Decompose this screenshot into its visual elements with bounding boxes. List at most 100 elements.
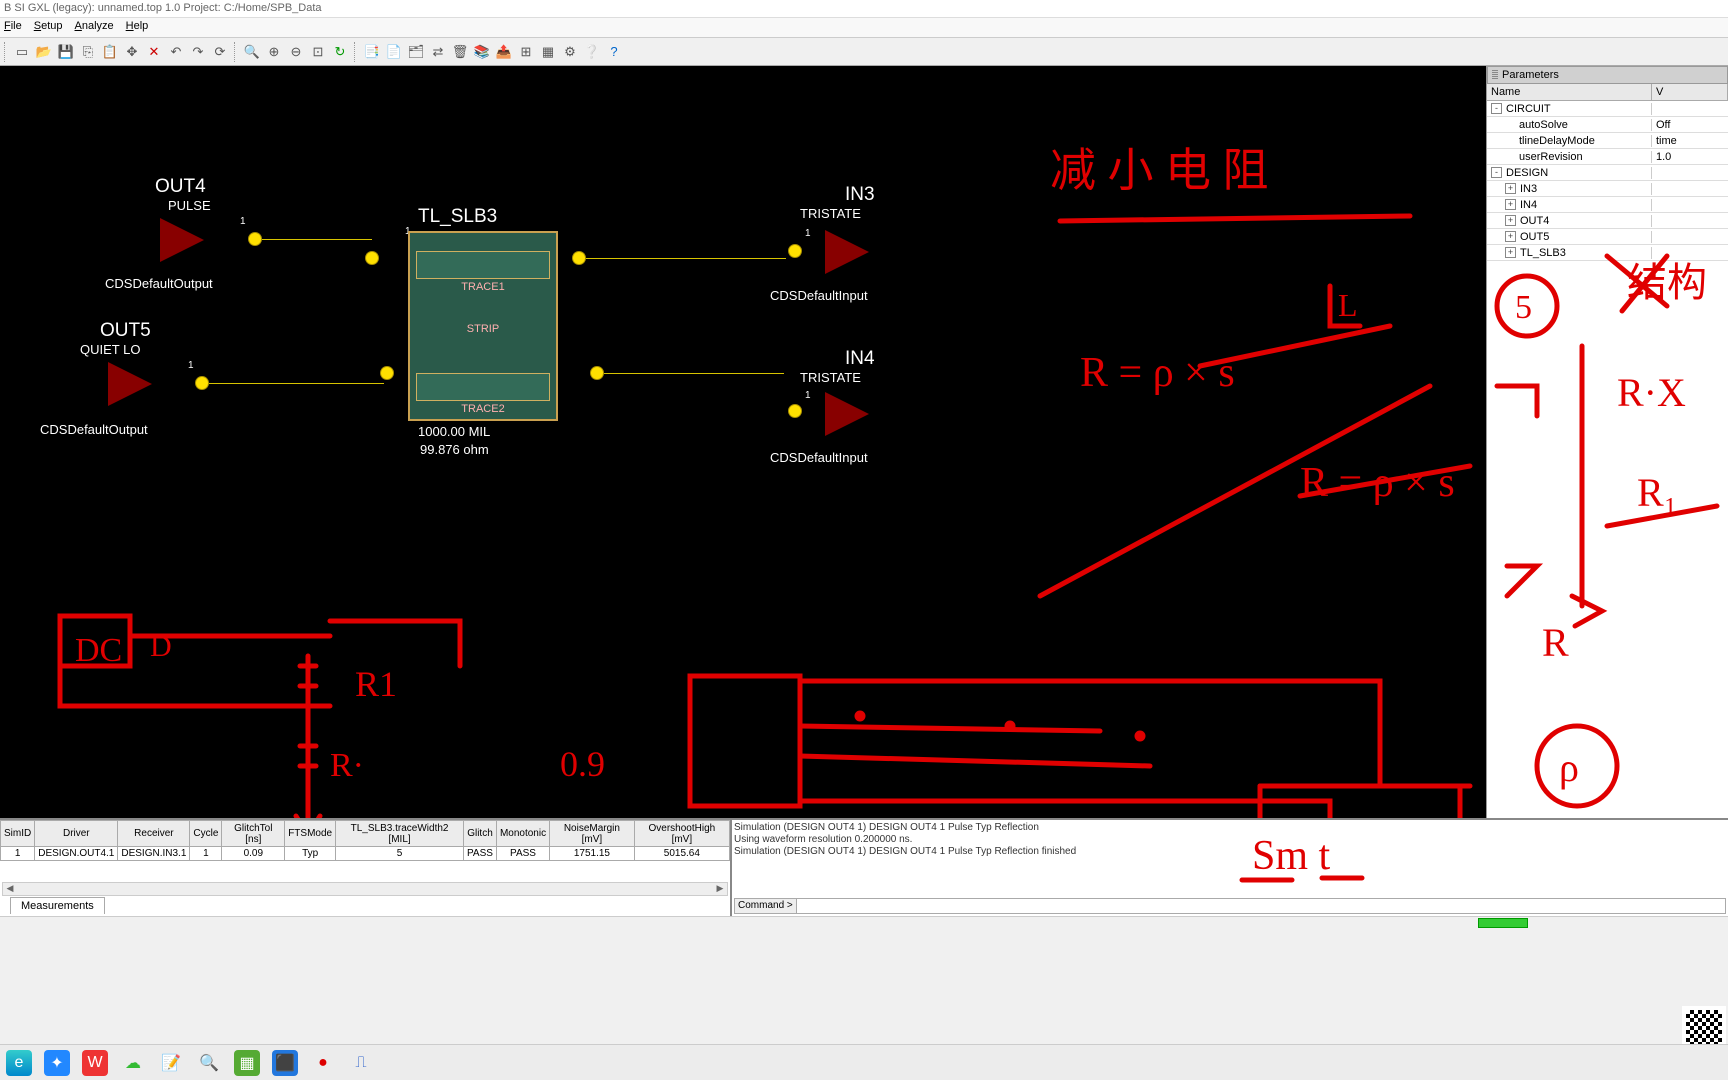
menu-file[interactable]: FFileile — [4, 20, 22, 35]
tool2-icon[interactable]: 📄 — [384, 42, 404, 62]
svg-text:R1: R1 — [355, 664, 397, 704]
copy-icon[interactable]: ⎘ — [78, 42, 98, 62]
delete-icon[interactable]: ✕ — [144, 42, 164, 62]
menu-setup[interactable]: Setup — [34, 20, 63, 35]
table-header[interactable]: Driver — [35, 821, 118, 847]
param-row[interactable]: userRevision1.0 — [1487, 149, 1728, 165]
menubar: FFileile Setup Analyze Help — [0, 18, 1728, 38]
paste-icon[interactable]: 📋 — [100, 42, 120, 62]
app-icon[interactable]: ✦ — [44, 1050, 70, 1076]
tool4-icon[interactable]: ⇄ — [428, 42, 448, 62]
measurements-tab[interactable]: Measurements — [10, 897, 105, 914]
search-icon[interactable]: 🔍 — [196, 1050, 222, 1076]
tree-expander-icon[interactable]: + — [1505, 231, 1516, 242]
tool10-icon[interactable]: ⚙ — [560, 42, 580, 62]
tool1-icon[interactable]: 📑 — [362, 42, 382, 62]
table-cell[interactable]: 1 — [190, 847, 222, 861]
edge-icon[interactable]: e — [6, 1050, 32, 1076]
notes-icon[interactable]: 📝 — [158, 1050, 184, 1076]
record-icon[interactable]: ● — [310, 1050, 336, 1076]
table-hscroll[interactable]: ◀▶ — [2, 882, 728, 896]
schematic-canvas[interactable]: OUT4 PULSE CDSDefaultOutput 1 OUT5 QUIET… — [0, 66, 1486, 818]
table-header[interactable]: Monotonic — [496, 821, 549, 847]
tree-expander-icon[interactable]: + — [1505, 199, 1516, 210]
param-row[interactable]: +OUT4 — [1487, 213, 1728, 229]
tool3-icon[interactable]: 🗂 — [406, 42, 426, 62]
svg-text:0.9: 0.9 — [560, 744, 605, 784]
svg-text:R = ρ × s: R = ρ × s — [1080, 350, 1235, 396]
param-row[interactable]: +IN4 — [1487, 197, 1728, 213]
command-input[interactable] — [797, 899, 1725, 913]
table-header[interactable]: Glitch — [464, 821, 497, 847]
param-row[interactable]: +TL_SLB3 — [1487, 245, 1728, 261]
table-cell[interactable]: 1 — [1, 847, 35, 861]
in3-name: IN3 — [845, 184, 875, 206]
table-cell[interactable]: 1751.15 — [550, 847, 635, 861]
taskbar: e ✦ W ☁ 📝 🔍 ▦ ⬛ ● ⎍ — [0, 1044, 1728, 1080]
tree-expander-icon[interactable]: - — [1491, 167, 1502, 178]
param-col-value[interactable]: V — [1652, 84, 1728, 100]
param-row[interactable]: -DESIGN — [1487, 165, 1728, 181]
tool7-icon[interactable]: 📤 — [494, 42, 514, 62]
param-row[interactable]: +IN3 — [1487, 181, 1728, 197]
zoom-fit-icon[interactable]: ⊡ — [308, 42, 328, 62]
table-header[interactable]: OvershootHigh [mV] — [634, 821, 729, 847]
menu-help[interactable]: Help — [126, 20, 149, 35]
table-cell[interactable]: 5 — [336, 847, 464, 861]
save-icon[interactable]: 💾 — [56, 42, 76, 62]
tree-expander-icon[interactable]: + — [1505, 215, 1516, 226]
table-cell[interactable]: 0.09 — [222, 847, 285, 861]
zoom-out-icon[interactable]: ⊖ — [286, 42, 306, 62]
table-header[interactable]: FTSMode — [285, 821, 336, 847]
param-row[interactable]: -CIRCUIT — [1487, 101, 1728, 117]
table-cell[interactable]: Typ — [285, 847, 336, 861]
undo-icon[interactable]: ↶ — [166, 42, 186, 62]
open-icon[interactable]: 📂 — [34, 42, 54, 62]
param-col-name[interactable]: Name — [1487, 84, 1652, 100]
refresh-icon[interactable]: ↻ — [330, 42, 350, 62]
svg-text:D: D — [150, 630, 172, 663]
toolbar: ▭ 📂 💾 ⎘ 📋 ✥ ✕ ↶ ↷ ⟳ 🔍 ⊕ ⊖ ⊡ ↻ 📑 📄 🗂 ⇄ 🗑 … — [0, 38, 1728, 66]
sigxl-icon[interactable]: ⎍ — [348, 1050, 374, 1076]
table-header[interactable]: Cycle — [190, 821, 222, 847]
table-header[interactable]: NoiseMargin [mV] — [550, 821, 635, 847]
tree-expander-icon[interactable]: + — [1505, 247, 1516, 258]
zoom-area-icon[interactable]: 🔍 — [242, 42, 262, 62]
svg-text:DC: DC — [75, 632, 122, 669]
app2-icon[interactable]: ▦ — [234, 1050, 260, 1076]
log-line: Using waveform resolution 0.200000 ns. — [734, 834, 1726, 846]
table-header[interactable]: SimID — [1, 821, 35, 847]
table-cell[interactable]: DESIGN.IN3.1 — [118, 847, 190, 861]
command-label: Command > — [735, 899, 797, 913]
param-row[interactable]: autoSolveOff — [1487, 117, 1728, 133]
tool9-icon[interactable]: ▦ — [538, 42, 558, 62]
table-cell[interactable]: PASS — [464, 847, 497, 861]
tool8-icon[interactable]: ⊞ — [516, 42, 536, 62]
table-header[interactable]: TL_SLB3.traceWidth2 [MIL] — [336, 821, 464, 847]
svg-text:R·: R· — [330, 747, 364, 784]
redo-icon[interactable]: ↷ — [188, 42, 208, 62]
tool6-icon[interactable]: 📚 — [472, 42, 492, 62]
param-row[interactable]: tlineDelayModetime — [1487, 133, 1728, 149]
wps-icon[interactable]: W — [82, 1050, 108, 1076]
table-cell[interactable]: PASS — [496, 847, 549, 861]
new-icon[interactable]: ▭ — [12, 42, 32, 62]
app3-icon[interactable]: ⬛ — [272, 1050, 298, 1076]
param-row[interactable]: +OUT5 — [1487, 229, 1728, 245]
table-header[interactable]: GlitchTol [ns] — [222, 821, 285, 847]
zoom-in-icon[interactable]: ⊕ — [264, 42, 284, 62]
tool5-icon[interactable]: 🗑 — [450, 42, 470, 62]
tool11-icon[interactable]: ❔ — [582, 42, 602, 62]
tree-expander-icon[interactable]: - — [1491, 103, 1502, 114]
rotate-icon[interactable]: ⟳ — [210, 42, 230, 62]
table-cell[interactable]: 5015.64 — [634, 847, 729, 861]
table-header[interactable]: Receiver — [118, 821, 190, 847]
parameters-title[interactable]: Parameters — [1487, 66, 1728, 84]
measurements-table[interactable]: SimIDDriverReceiverCycleGlitchTol [ns]FT… — [0, 820, 730, 861]
wechat-icon[interactable]: ☁ — [120, 1050, 146, 1076]
tree-expander-icon[interactable]: + — [1505, 183, 1516, 194]
move-icon[interactable]: ✥ — [122, 42, 142, 62]
help-icon[interactable]: ? — [604, 42, 624, 62]
menu-analyze[interactable]: Analyze — [75, 20, 114, 35]
table-cell[interactable]: DESIGN.OUT4.1 — [35, 847, 118, 861]
